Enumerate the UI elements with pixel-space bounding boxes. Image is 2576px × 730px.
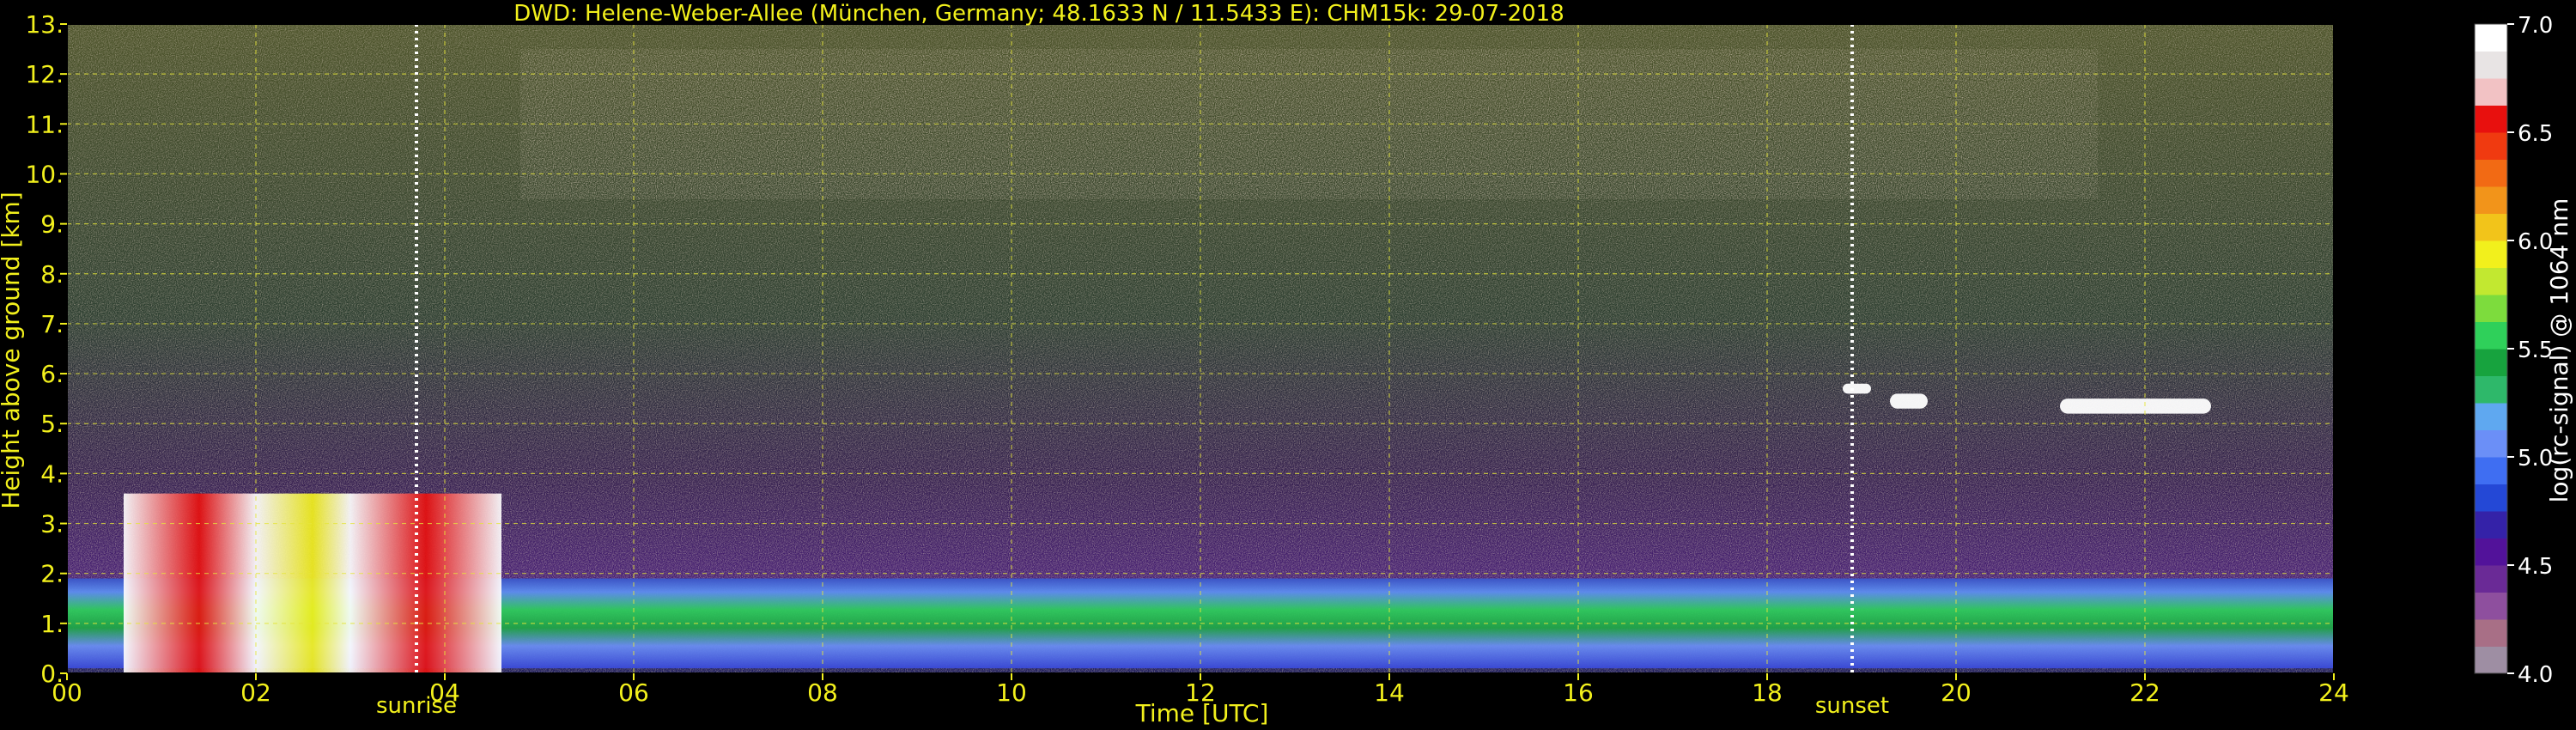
colorbar-segment (2475, 484, 2507, 512)
colorbar-segment (2475, 295, 2507, 322)
y-tick-label: 9. (40, 210, 64, 239)
colorbar-segment (2475, 538, 2507, 566)
colorbar-segment (2475, 132, 2507, 160)
x-tick-label: 20 (1941, 678, 1971, 707)
x-tick-label: 14 (1374, 678, 1405, 707)
y-tick-label: 4. (40, 459, 64, 488)
colorbar-segment (2475, 565, 2507, 593)
colorbar: 4.04.55.05.56.06.57.0 (2474, 13, 2553, 688)
colorbar-segment (2475, 375, 2507, 404)
y-tick-label: 8. (40, 260, 64, 289)
colorbar-segment (2475, 24, 2507, 52)
colorbar-segment (2475, 619, 2507, 647)
y-tick-label: 3. (40, 510, 64, 538)
colorbar-segment (2475, 51, 2507, 79)
y-tick-label: 11. (25, 110, 64, 138)
y-tick-label: 0. (40, 660, 64, 688)
colorbar-segment (2475, 159, 2507, 187)
x-tick-label: 16 (1563, 678, 1594, 707)
colorbar-segment (2475, 403, 2507, 430)
chart-svg: sunrise sunset 00 02 04 06 08 10 12 14 16 18 20 22 24… (0, 1, 2573, 727)
colorbar-segment (2475, 457, 2507, 484)
sunset-label: sunset (1815, 693, 1889, 719)
y-tick-label: 10. (25, 160, 64, 188)
y-tick-label: 13. (25, 10, 64, 39)
colorbar-segment (2475, 78, 2507, 106)
mid-cloud-3 (2060, 398, 2211, 414)
y-tick-label: 2. (40, 560, 64, 588)
colorbar-segment (2475, 429, 2507, 458)
colorbar-segment (2475, 646, 2507, 674)
mid-cloud-2 (1890, 393, 1928, 409)
chart-title: DWD: Helene-Weber-Allee (München, German… (513, 1, 1564, 27)
x-tick-label: 02 (240, 678, 271, 707)
x-tick-label: 24 (2318, 678, 2349, 707)
colorbar-segment (2475, 213, 2507, 241)
y-tick-label: 6. (40, 360, 64, 388)
y-tick-label: 1. (40, 610, 64, 638)
x-axis-label: Time [UTC] (1135, 699, 1269, 727)
y-tick-label: 5. (40, 410, 64, 438)
colorbar-tick-label: 4.0 (2518, 662, 2553, 688)
y-axis-label: Height above ground [km] (0, 192, 25, 509)
colorbar-segment (2475, 592, 2507, 620)
x-tick-label: 10 (996, 678, 1027, 707)
mid-cloud-1 (1843, 383, 1871, 394)
colorbar-label: log(rc-signal) @ 1064 nm (2545, 198, 2573, 503)
y-tick-label: 12. (25, 60, 64, 88)
colorbar-segment (2475, 349, 2507, 376)
x-tick-label: 06 (618, 678, 649, 707)
colorbar-segment (2475, 321, 2507, 350)
colorbar-segment (2475, 186, 2507, 214)
colorbar-segment (2475, 240, 2507, 268)
x-tick-label: 04 (429, 678, 460, 707)
colorbar-tick-label: 4.5 (2518, 554, 2553, 580)
colorbar-segment (2475, 105, 2507, 133)
x-tick-label: 08 (807, 678, 838, 707)
y-tick-label: 7. (40, 310, 64, 338)
colorbar-tick-label: 7.0 (2518, 13, 2553, 39)
x-tick-label: 18 (1752, 678, 1783, 707)
x-tick-label: 22 (2129, 678, 2160, 707)
colorbar-segment (2475, 267, 2507, 295)
colorbar-segment (2475, 511, 2507, 538)
colorbar-tick-label: 6.5 (2518, 121, 2553, 147)
lidar-quicklook: sunrise sunset 00 02 04 06 08 10 12 14 16 18 20 22 24… (0, 0, 2576, 730)
